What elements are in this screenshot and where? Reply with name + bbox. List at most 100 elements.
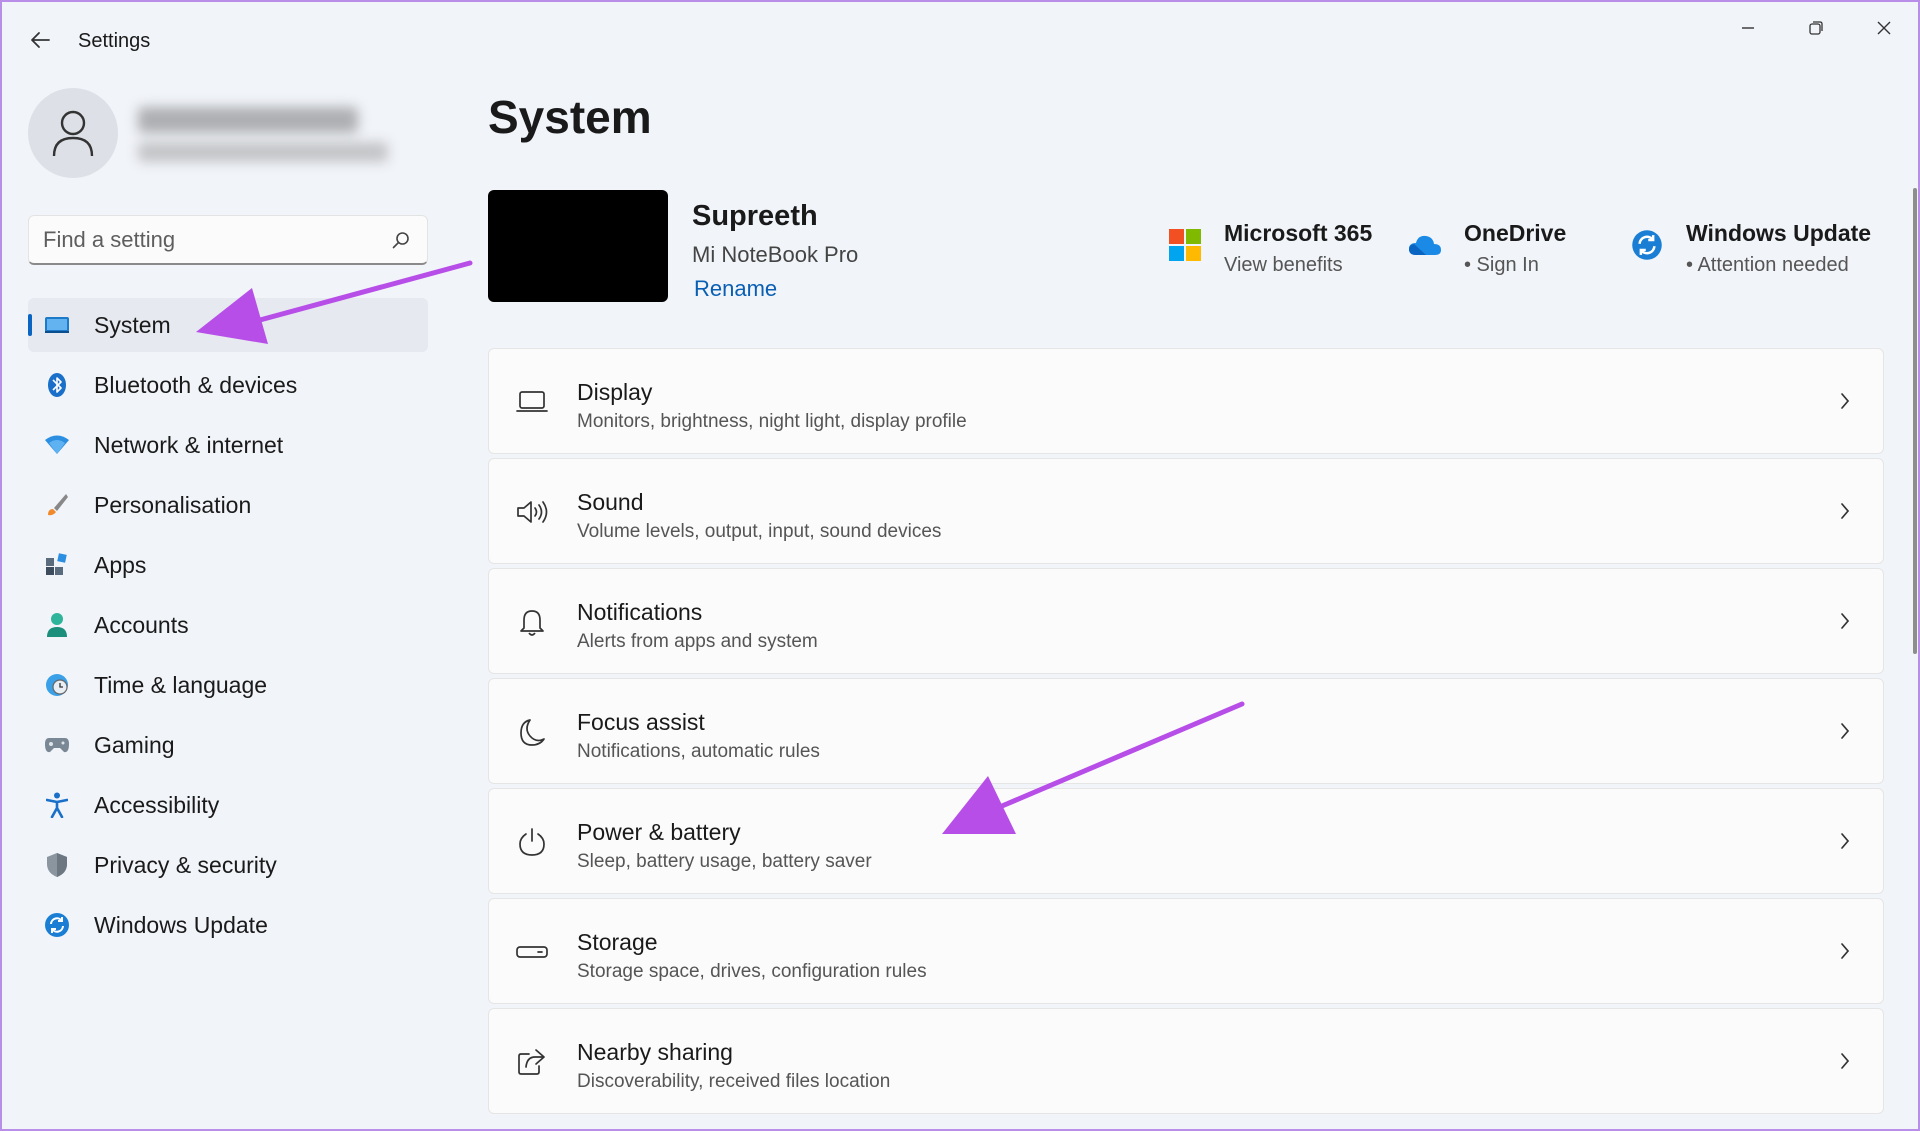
- power-icon: [515, 825, 549, 859]
- speaker-icon: [515, 495, 549, 529]
- card-title: Nearby sharing: [577, 1039, 733, 1065]
- card-title: Sound: [577, 489, 644, 515]
- globe-clock-icon: [44, 672, 70, 698]
- sidebar-item-privacy[interactable]: Privacy & security: [28, 838, 428, 892]
- sidebar-item-accessibility[interactable]: Accessibility: [28, 778, 428, 832]
- profile-name-blurred: [138, 107, 358, 133]
- accessibility-icon: [44, 792, 70, 818]
- sidebar-item-label: Gaming: [94, 731, 175, 758]
- quick-link-title: Microsoft 365: [1224, 220, 1373, 246]
- quick-link-subtitle: View benefits: [1224, 254, 1343, 276]
- card-sound[interactable]: Sound Volume levels, output, input, soun…: [488, 458, 1884, 564]
- bell-icon: [515, 605, 549, 639]
- card-focus-assist[interactable]: Focus assist Notifications, automatic ru…: [488, 678, 1884, 784]
- device-image: [488, 190, 668, 302]
- minimize-icon: [1742, 27, 1754, 29]
- shield-icon: [44, 852, 70, 878]
- window-title: Settings: [78, 30, 151, 52]
- close-icon: [1877, 21, 1891, 35]
- chevron-right-icon: [1835, 499, 1855, 523]
- sidebar-item-time-language[interactable]: Time & language: [28, 658, 428, 712]
- minimize-button[interactable]: [1718, 10, 1778, 46]
- restore-icon: [1809, 21, 1823, 35]
- rename-link[interactable]: Rename: [694, 276, 777, 302]
- close-button[interactable]: [1854, 10, 1914, 46]
- search-icon[interactable]: [391, 230, 411, 250]
- card-subtitle: Volume levels, output, input, sound devi…: [577, 521, 942, 542]
- back-button[interactable]: [24, 24, 56, 56]
- search-box: [28, 215, 428, 265]
- sidebar-item-windows-update[interactable]: Windows Update: [28, 898, 428, 952]
- sidebar-item-system[interactable]: System: [28, 298, 428, 352]
- sidebar-item-label: Accounts: [94, 611, 189, 638]
- sidebar-item-personalisation[interactable]: Personalisation: [28, 478, 428, 532]
- sidebar-item-gaming[interactable]: Gaming: [28, 718, 428, 772]
- quick-link-title: Windows Update: [1686, 220, 1872, 246]
- account-icon: [44, 612, 70, 638]
- card-nearby-sharing[interactable]: Nearby sharing Discoverability, received…: [488, 1008, 1884, 1114]
- quick-link-title: OneDrive: [1464, 220, 1567, 246]
- settings-window: Settings System Bluetooth: [0, 0, 1920, 1131]
- update-icon: [1630, 228, 1664, 262]
- profile-email-blurred: [138, 142, 388, 162]
- card-subtitle: Monitors, brightness, night light, displ…: [577, 411, 967, 432]
- share-icon: [515, 1045, 549, 1079]
- sidebar-item-apps[interactable]: Apps: [28, 538, 428, 592]
- cloud-icon: [1408, 228, 1442, 262]
- chevron-right-icon: [1835, 939, 1855, 963]
- card-notifications[interactable]: Notifications Alerts from apps and syste…: [488, 568, 1884, 674]
- sidebar-item-label: Apps: [94, 551, 147, 578]
- page-title: System: [488, 91, 652, 143]
- sidebar-item-label: Network & internet: [94, 431, 284, 458]
- card-title: Notifications: [577, 599, 703, 625]
- settings-card-list: Display Monitors, brightness, night ligh…: [488, 348, 1884, 1118]
- device-model: Mi NoteBook Pro: [692, 242, 859, 267]
- title-bar: Settings: [2, 2, 1918, 82]
- card-title: Display: [577, 379, 653, 405]
- system-icon: [44, 312, 70, 338]
- sidebar-item-label: Time & language: [94, 671, 268, 698]
- microsoft-logo-icon: [1168, 228, 1202, 262]
- monitor-icon: [515, 385, 549, 419]
- card-subtitle: Storage space, drives, configuration rul…: [577, 961, 927, 982]
- chevron-right-icon: [1835, 389, 1855, 413]
- chevron-right-icon: [1835, 719, 1855, 743]
- card-display[interactable]: Display Monitors, brightness, night ligh…: [488, 348, 1884, 454]
- sidebar-item-label: Privacy & security: [94, 851, 277, 878]
- card-title: Storage: [577, 929, 658, 955]
- storage-icon: [515, 935, 549, 969]
- sidebar-item-network[interactable]: Network & internet: [28, 418, 428, 472]
- avatar[interactable]: [28, 88, 118, 178]
- gamepad-icon: [44, 732, 70, 758]
- back-arrow-icon: [31, 32, 50, 48]
- chevron-right-icon: [1835, 1049, 1855, 1073]
- sidebar-item-label: Windows Update: [94, 911, 268, 938]
- quick-link-subtitle: • Attention needed: [1686, 254, 1849, 276]
- brush-icon: [44, 492, 70, 518]
- chevron-right-icon: [1835, 829, 1855, 853]
- card-storage[interactable]: Storage Storage space, drives, configura…: [488, 898, 1884, 1004]
- card-subtitle: Notifications, automatic rules: [577, 741, 820, 762]
- sidebar-nav: System Bluetooth & devices Network & int…: [28, 298, 428, 958]
- card-subtitle: Alerts from apps and system: [577, 631, 818, 652]
- sidebar-item-label: Personalisation: [94, 491, 252, 518]
- sidebar-item-accounts[interactable]: Accounts: [28, 598, 428, 652]
- card-subtitle: Sleep, battery usage, battery saver: [577, 851, 872, 872]
- scrollbar[interactable]: [1913, 188, 1917, 654]
- update-icon: [44, 912, 70, 938]
- sidebar-item-label: Bluetooth & devices: [94, 371, 298, 398]
- restore-button[interactable]: [1786, 10, 1846, 46]
- search-input[interactable]: [43, 216, 383, 264]
- card-power-battery[interactable]: Power & battery Sleep, battery usage, ba…: [488, 788, 1884, 894]
- sidebar-item-bluetooth[interactable]: Bluetooth & devices: [28, 358, 428, 412]
- card-title: Power & battery: [577, 819, 741, 845]
- apps-icon: [44, 552, 70, 578]
- sidebar-item-label: System: [94, 311, 171, 338]
- wifi-icon: [44, 432, 70, 458]
- moon-icon: [515, 715, 549, 749]
- bluetooth-icon: [44, 372, 70, 398]
- card-title: Focus assist: [577, 709, 705, 735]
- sidebar-item-label: Accessibility: [94, 791, 220, 818]
- card-subtitle: Discoverability, received files location: [577, 1071, 891, 1092]
- person-icon: [52, 110, 94, 157]
